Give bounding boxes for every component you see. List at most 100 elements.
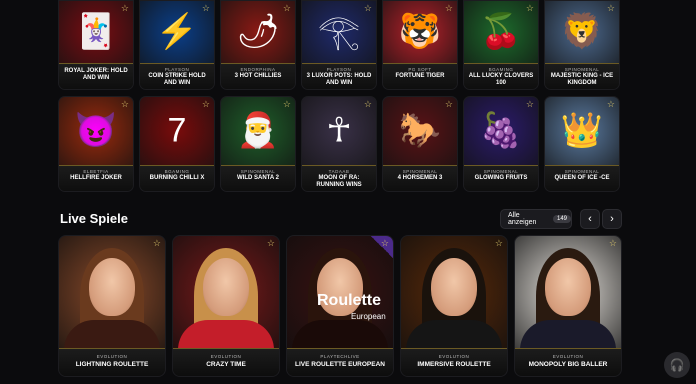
game-card[interactable]: ☥ ☆ TADAAB MOON OF RA: RUNNING WINS: [301, 96, 377, 192]
horseman-icon: 🐎: [398, 111, 442, 150]
star-icon[interactable]: ☆: [283, 4, 291, 13]
prev-button[interactable]: ‹: [580, 209, 600, 229]
game-card[interactable]: 7 ☆ BGAMING BURNING CHILLI X: [139, 96, 215, 192]
game-name: WILD SANTA 2: [237, 175, 279, 181]
dealer-image: [401, 236, 507, 350]
game-label: PG SOFT FORTUNE TIGER: [383, 63, 457, 89]
dealer-face: [89, 258, 135, 316]
roulette-subtitle: European: [351, 312, 386, 321]
anubis-icon: ☥: [326, 111, 352, 150]
game-provider: EVOLUTION: [552, 354, 584, 359]
game-provider: EVOLUTION: [438, 354, 470, 359]
game-label: BGAMING BURNING CHILLI X: [140, 165, 214, 191]
game-name: HELLFIRE JOKER: [70, 175, 122, 181]
dealer-image: Roulette European: [287, 236, 393, 350]
live-game-card[interactable]: ☆ EVOLUTION CRAZY TIME: [172, 235, 280, 377]
next-button[interactable]: ›: [602, 209, 622, 229]
game-name: ALL LUCKY CLOVERS 100: [468, 73, 534, 86]
star-icon[interactable]: ☆: [153, 239, 161, 248]
santa-icon: 🎅: [236, 111, 280, 150]
live-game-card[interactable]: Roulette European ☆ PLAYTECHLIVE LIVE ROULET…: [286, 235, 394, 377]
support-button[interactable]: 🎧: [664, 352, 690, 378]
game-card[interactable]: 🎅 ☆ SPINOMENAL WILD SANTA 2: [220, 96, 296, 192]
star-icon[interactable]: ☆: [495, 239, 503, 248]
dealer-torso: [292, 320, 388, 350]
game-label: SPINOMENAL MAJESTIC KING - ICE KINGDOM: [545, 63, 619, 89]
star-icon[interactable]: ☆: [364, 4, 372, 13]
game-name: 4 HORSEMEN 3: [397, 175, 443, 181]
game-card[interactable]: 👑 ☆ SPINOMENAL QUEEN OF ICE -CE: [544, 96, 620, 192]
game-label: ROYAL JOKER: HOLD AND WIN: [59, 63, 133, 89]
game-name: GLOWING FRUITS: [474, 175, 528, 181]
game-card[interactable]: 🦁 ☆ SPINOMENAL MAJESTIC KING - ICE KINGDOM: [544, 0, 620, 90]
game-name: MOON OF RA: RUNNING WINS: [316, 175, 362, 188]
star-icon[interactable]: ☆: [381, 239, 389, 248]
game-card[interactable]: ⚡ ☆ PLAYSON COIN STRIKE HOLD AND WIN: [139, 0, 215, 90]
game-card[interactable]: 🃏 ☆ ROYAL JOKER: HOLD AND WIN: [58, 0, 134, 90]
pharaoh-icon: 𓂀: [317, 12, 361, 51]
game-card[interactable]: 🍇 ☆ SPINOMENAL GLOWING FRUITS: [463, 96, 539, 192]
count-badge: 149: [552, 215, 571, 223]
star-icon[interactable]: ☆: [526, 100, 534, 109]
game-label: PLAYSON 3 LUXOR POTS: HOLD AND WIN: [302, 63, 376, 89]
game-provider: EVOLUTION: [210, 354, 242, 359]
game-card[interactable]: 🐎 ☆ SPINOMENAL 4 HORSEMEN 3: [382, 96, 458, 192]
dealer-torso: [406, 320, 502, 350]
star-icon[interactable]: ☆: [267, 239, 275, 248]
star-icon[interactable]: ☆: [121, 4, 129, 13]
live-game-card[interactable]: ☆ EVOLUTION MONOPOLY BIG BALLER: [514, 235, 622, 377]
game-label: PLAYTECHLIVE LIVE ROULETTE EUROPEAN: [287, 348, 393, 376]
live-game-card[interactable]: ☆ EVOLUTION LIGHTNING ROULETTE: [58, 235, 166, 377]
star-icon[interactable]: ☆: [607, 4, 615, 13]
mariachi-icon: 🌶: [236, 12, 280, 51]
chevron-right-icon: ›: [610, 213, 614, 225]
slots-row-2: 😈 ☆ ELBETFIA HELLFIRE JOKER 7 ☆ BGAMING BURNING…: [58, 96, 620, 192]
game-label: SPINOMENAL WILD SANTA 2: [221, 165, 295, 191]
game-card[interactable]: 🍒 ☆ BGAMING ALL LUCKY CLOVERS 100: [463, 0, 539, 90]
game-card[interactable]: 😈 ☆ ELBETFIA HELLFIRE JOKER: [58, 96, 134, 192]
dealer-image: [59, 236, 165, 350]
game-name: ROYAL JOKER: HOLD AND WIN: [64, 68, 128, 81]
star-icon[interactable]: ☆: [202, 4, 210, 13]
star-icon[interactable]: ☆: [202, 100, 210, 109]
game-name: COIN STRIKE HOLD AND WIN: [148, 73, 206, 86]
star-icon[interactable]: ☆: [607, 100, 615, 109]
game-card[interactable]: 🌶 ☆ ENDORPHINA 3 HOT CHILLIES: [220, 0, 296, 90]
game-name: MONOPOLY BIG BALLER: [528, 361, 608, 368]
star-icon[interactable]: ☆: [445, 4, 453, 13]
chevron-left-icon: ‹: [588, 213, 592, 225]
star-icon[interactable]: ☆: [364, 100, 372, 109]
game-label: EVOLUTION MONOPOLY BIG BALLER: [515, 348, 621, 376]
show-all-button[interactable]: Alle anzeigen 149: [500, 209, 572, 229]
game-label: SPINOMENAL 4 HORSEMEN 3: [383, 165, 457, 191]
star-icon[interactable]: ☆: [526, 4, 534, 13]
live-game-card[interactable]: ☆ EVOLUTION IMMERSIVE ROULETTE: [400, 235, 508, 377]
fruits-icon: 🍇: [479, 111, 523, 150]
headset-icon: 🎧: [669, 358, 685, 372]
dealer-face: [545, 258, 591, 316]
devil-jester-icon: 😈: [74, 111, 118, 150]
game-card[interactable]: 🐯 ☆ PG SOFT FORTUNE TIGER: [382, 0, 458, 90]
game-label: BGAMING ALL LUCKY CLOVERS 100: [464, 63, 538, 89]
game-label: TADAAB MOON OF RA: RUNNING WINS: [302, 165, 376, 191]
game-label: ENDORPHINA 3 HOT CHILLIES: [221, 63, 295, 89]
dealer-face: [431, 258, 477, 316]
game-name: FORTUNE TIGER: [395, 73, 445, 79]
star-icon[interactable]: ☆: [121, 100, 129, 109]
section-title: Live Spiele: [60, 211, 128, 226]
game-label: SPINOMENAL QUEEN OF ICE -CE: [545, 165, 619, 191]
game-label: SPINOMENAL GLOWING FRUITS: [464, 165, 538, 191]
game-name: LIVE ROULETTE EUROPEAN: [295, 361, 385, 368]
dealer-torso: [178, 320, 274, 350]
cherries-icon: 🍒: [479, 12, 523, 51]
lightning-coin-icon: ⚡: [155, 12, 199, 51]
show-all-label: Alle anzeigen: [508, 212, 537, 226]
game-card[interactable]: 𓂀 ☆ PLAYSON 3 LUXOR POTS: HOLD AND WIN: [301, 0, 377, 90]
game-name: CRAZY TIME: [206, 361, 246, 368]
game-provider: PLAYTECHLIVE: [320, 354, 360, 359]
star-icon[interactable]: ☆: [609, 239, 617, 248]
slots-row-1: 🃏 ☆ ROYAL JOKER: HOLD AND WIN ⚡ ☆ PLAYSON COIN…: [58, 0, 620, 90]
star-icon[interactable]: ☆: [283, 100, 291, 109]
game-provider: EVOLUTION: [96, 354, 128, 359]
star-icon[interactable]: ☆: [445, 100, 453, 109]
